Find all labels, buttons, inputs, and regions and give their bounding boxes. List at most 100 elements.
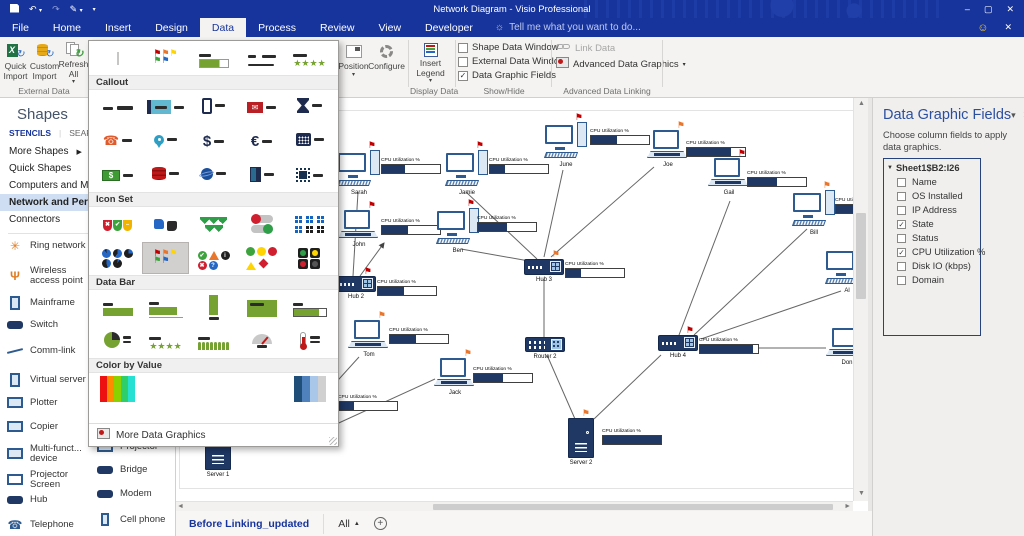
gallery-item-stars-sm[interactable]: ★★★★: [286, 42, 333, 74]
network-node-hub-4[interactable]: ⚑Hub 4: [658, 335, 698, 351]
vertical-scrollbar[interactable]: ▲ ▼: [853, 97, 869, 501]
gallery-item-co-pin[interactable]: [142, 125, 189, 157]
refresh-all-button[interactable]: ↻Refresh All▾: [59, 39, 88, 85]
field-state[interactable]: ✓State: [897, 219, 977, 229]
gallery-item-is-alerts[interactable]: ✔i✖?: [190, 242, 237, 274]
gallery-item-text-sm[interactable]: [238, 42, 285, 74]
stencil-item-multi-funct-device[interactable]: Multi-funct... device: [6, 444, 90, 464]
stencil-item-mainframe[interactable]: Mainframe: [6, 296, 90, 310]
network-node-jack[interactable]: ⚑Jack: [434, 358, 476, 388]
stencil-item-copier[interactable]: Copier: [6, 421, 90, 432]
insert-legend-button[interactable]: Insert Legend▾: [416, 39, 445, 85]
undo-icon[interactable]: ↶ ▾: [29, 4, 42, 15]
network-node-gail[interactable]: ⚑Gail: [708, 158, 750, 188]
smiley-feedback-icon[interactable]: ☺: [977, 22, 988, 34]
gallery-item-db-vbar[interactable]: [190, 291, 237, 323]
gallery-item-co-phone[interactable]: [190, 91, 237, 123]
gallery-item-cv-blues[interactable]: [286, 374, 333, 406]
gallery-item-db-stars[interactable]: ★★★★: [142, 325, 189, 357]
network-node-jamie[interactable]: ⚑Jamie: [446, 150, 488, 188]
network-node-router-2[interactable]: Router 2: [525, 337, 565, 352]
gallery-item-db-block[interactable]: [238, 291, 285, 323]
customize-qat-icon[interactable]: ▾: [93, 6, 96, 13]
gallery-item-is-shapes[interactable]: [238, 242, 285, 274]
gallery-item-co-mail[interactable]: ✉: [238, 91, 285, 123]
network-node-tom[interactable]: ⚑Tom: [348, 320, 390, 350]
gallery-item-is-shields[interactable]: ✖✔–: [94, 208, 141, 240]
tab-process[interactable]: Process: [246, 18, 308, 37]
field-disk-io-kbps[interactable]: Disk IO (kbps): [897, 261, 977, 271]
position-button[interactable]: Position▾: [339, 39, 368, 85]
all-pages-dropdown[interactable]: All ▲: [338, 518, 360, 530]
network-node-al[interactable]: Al: [826, 248, 853, 286]
gallery-item-is-flags[interactable]: ⚑⚑⚑⚑⚑: [142, 242, 189, 274]
quick-import-button[interactable]: X↻Quick Import: [1, 39, 30, 85]
restore-button[interactable]: ▢: [984, 4, 993, 15]
stencil-item-ring-network[interactable]: ✳Ring network: [6, 240, 90, 252]
field-status[interactable]: Status: [897, 233, 977, 243]
gallery-item-db-progress[interactable]: [286, 291, 333, 323]
page-tab-active[interactable]: Before Linking_updated: [185, 514, 324, 534]
minimize-button[interactable]: –: [965, 4, 970, 15]
gallery-item-is-lights[interactable]: [286, 242, 333, 274]
redo-icon[interactable]: ↷: [52, 4, 60, 15]
gallery-item-db-gauge[interactable]: [238, 325, 285, 357]
gallery-item-co-text[interactable]: [94, 91, 141, 123]
gallery-item-db-people[interactable]: [190, 325, 237, 357]
gallery-item-co-cal[interactable]: [286, 125, 333, 157]
stencil-item-switch[interactable]: Switch: [6, 320, 90, 330]
scroll-down-icon[interactable]: ▼: [854, 489, 869, 499]
gallery-item-is-squares[interactable]: [286, 208, 333, 240]
more-data-graphics-item[interactable]: More Data Graphics: [89, 423, 338, 446]
stencil-item-bridge[interactable]: Bridge: [96, 465, 176, 475]
network-node-server-2[interactable]: ⚑Server 2: [568, 418, 594, 458]
add-page-button[interactable]: +: [374, 517, 387, 530]
resize-grip[interactable]: [329, 437, 337, 445]
gallery-item-co-box[interactable]: [142, 91, 189, 123]
tab-review[interactable]: Review: [308, 18, 366, 37]
gallery-item-co-phone2[interactable]: ☎: [94, 125, 141, 157]
advanced-data-graphics-button[interactable]: Advanced Data Graphics▾: [556, 57, 686, 71]
field-cpu-utilization[interactable]: ✓CPU Utilization %: [897, 247, 977, 257]
field-ip-address[interactable]: IP Address: [897, 205, 977, 215]
custom-import-button[interactable]: ↻Custom Import: [30, 39, 59, 85]
tab-file[interactable]: File: [0, 18, 41, 37]
gallery-item-co-money[interactable]: $: [94, 159, 141, 191]
gallery-item-db-pie[interactable]: [94, 325, 141, 357]
gallery-item-co-globe[interactable]: [190, 159, 237, 191]
pane-options-icon[interactable]: ▾: [1011, 110, 1016, 121]
stencil-item-telephone[interactable]: ☎Telephone: [6, 519, 90, 531]
network-node-don[interactable]: Don: [826, 328, 853, 358]
tab-data[interactable]: Data: [200, 18, 246, 37]
gallery-item-blank[interactable]: [94, 42, 141, 74]
stencil-item-cell-phone[interactable]: Cell phone: [96, 513, 176, 526]
gallery-item-cv-rainbow[interactable]: [94, 374, 141, 406]
configure-button[interactable]: Configure: [372, 39, 401, 85]
gallery-item-db-thermo[interactable]: [286, 325, 333, 357]
gallery-item-co-chip[interactable]: [286, 159, 333, 191]
network-node-ben[interactable]: ⚑Ben: [437, 208, 479, 246]
checkbox-data-graphic-fields[interactable]: ✓Data Graphic Fields: [458, 70, 556, 81]
checkbox-shape-data-window[interactable]: Shape Data Window: [458, 42, 559, 53]
scroll-up-icon[interactable]: ▲: [854, 99, 869, 109]
stencil-item-modem[interactable]: Modem: [96, 489, 176, 499]
gallery-item-co-dollar[interactable]: $: [190, 125, 237, 157]
network-node-sarah[interactable]: ⚑Sarah: [338, 150, 380, 188]
horizontal-scroll-thumb[interactable]: [433, 504, 833, 510]
tab-insert[interactable]: Insert: [93, 18, 143, 37]
gallery-item-is-wifi[interactable]: [190, 208, 237, 240]
tab-home[interactable]: Home: [41, 18, 93, 37]
gallery-item-flags[interactable]: ⚑⚑⚑⚑⚑: [142, 42, 189, 74]
field-os-installed[interactable]: OS Installed: [897, 191, 977, 201]
network-node-bill[interactable]: ⚑Bill: [793, 190, 835, 228]
stencil-item-plotter[interactable]: Plotter: [6, 397, 90, 408]
close-pane-icon[interactable]: ✕: [1004, 22, 1012, 33]
gallery-item-db-bar2[interactable]: [142, 291, 189, 323]
network-node-john[interactable]: ⚑John: [338, 210, 380, 240]
stencil-item-projector-screen[interactable]: Projector Screen: [6, 470, 90, 490]
gallery-item-co-db[interactable]: [142, 159, 189, 191]
stencil-item-hub[interactable]: Hub: [6, 495, 90, 505]
field-domain[interactable]: Domain: [897, 275, 977, 285]
network-node-june[interactable]: ⚑June: [545, 122, 587, 160]
vertical-scroll-thumb[interactable]: [856, 213, 866, 299]
